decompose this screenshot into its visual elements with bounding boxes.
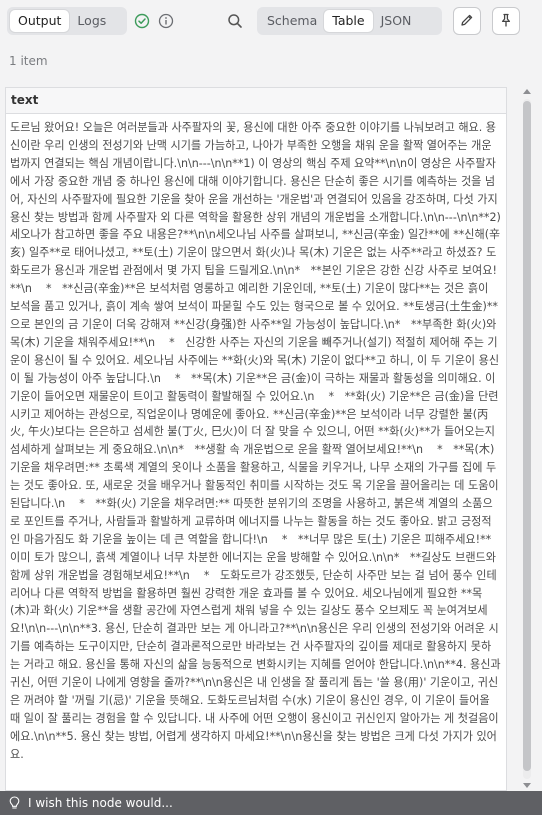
pin-icon xyxy=(499,12,513,31)
pin-data-button[interactable] xyxy=(492,7,520,35)
tab-json[interactable]: JSON xyxy=(373,10,420,32)
output-logs-switch: Output Logs xyxy=(7,7,127,35)
view-mode-switch: Schema Table JSON xyxy=(257,7,442,35)
tab-output[interactable]: Output xyxy=(10,10,70,32)
scroll-thumb[interactable] xyxy=(523,101,531,771)
output-table: text 도르님 왔어요! 오늘은 여러분들과 사주팔자의 꽃, 용신에 대한 … xyxy=(5,87,507,791)
feedback-prompt[interactable]: I wish this node would... xyxy=(28,796,173,810)
search-icon[interactable] xyxy=(222,8,248,34)
column-header-text: text xyxy=(6,88,506,114)
table-cell-text[interactable]: 도르님 왔어요! 오늘은 여러분들과 사주팔자의 꽃, 용신에 대한 아주 중요… xyxy=(6,114,506,764)
tab-logs[interactable]: Logs xyxy=(69,10,114,32)
tab-schema[interactable]: Schema xyxy=(260,10,324,32)
pencil-icon xyxy=(460,12,474,31)
feedback-bar[interactable]: I wish this node would... xyxy=(0,791,542,815)
table-scrollbar[interactable] xyxy=(520,87,534,791)
scroll-down-arrow-icon[interactable] xyxy=(523,783,531,788)
tab-table[interactable]: Table xyxy=(324,10,373,32)
scroll-up-arrow-icon[interactable] xyxy=(523,89,531,94)
check-circle-icon xyxy=(129,8,155,34)
item-count: 1 item xyxy=(9,54,48,68)
lightbulb-icon xyxy=(9,796,20,810)
output-toolbar: Output Logs Schema Table JSON xyxy=(0,0,542,44)
info-icon[interactable] xyxy=(153,8,179,34)
edit-output-button[interactable] xyxy=(453,7,481,35)
